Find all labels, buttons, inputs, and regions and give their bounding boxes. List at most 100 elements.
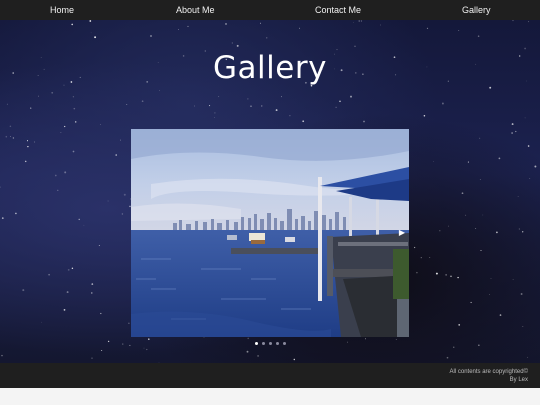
play-triangle-icon[interactable]: ▶	[399, 228, 405, 237]
nav-link-gallery[interactable]: Gallery	[462, 0, 491, 20]
star-dot	[247, 337, 249, 340]
star-dot	[54, 174, 57, 177]
star-dot	[143, 347, 145, 349]
star-dot	[470, 301, 472, 304]
star-dot	[115, 154, 117, 156]
star-dot	[94, 36, 97, 39]
slide-dot[interactable]	[282, 342, 286, 345]
star-dot	[0, 186, 1, 188]
star-dot	[496, 231, 498, 234]
star-dot	[450, 275, 452, 278]
star-dot	[72, 150, 75, 153]
star-dot	[511, 123, 514, 126]
star-dot	[527, 145, 530, 147]
star-dot	[236, 44, 239, 47]
star-dot	[246, 350, 249, 353]
star-dot	[209, 105, 211, 107]
star-dot	[15, 212, 17, 215]
nav-link-contact-me[interactable]: Contact Me	[315, 0, 361, 20]
star-dot	[30, 107, 32, 109]
star-dot	[445, 274, 447, 276]
star-dot	[34, 141, 36, 143]
star-dot	[439, 230, 441, 232]
star-dot	[517, 196, 519, 197]
star-dot	[529, 178, 531, 179]
star-dot	[458, 30, 460, 32]
star-dot	[435, 272, 438, 275]
star-dot	[91, 357, 93, 359]
star-dot	[527, 356, 529, 358]
slide-dot[interactable]	[261, 342, 265, 345]
nav-link-home[interactable]: Home	[50, 0, 74, 20]
star-dot	[413, 246, 416, 249]
star-dot	[365, 338, 366, 340]
star-dot	[259, 22, 261, 24]
star-dot	[100, 123, 101, 125]
star-dot	[520, 293, 523, 295]
star-dot	[66, 291, 69, 294]
star-dot	[461, 192, 464, 195]
nav-link-about-me[interactable]: About Me	[176, 0, 215, 20]
slide-dot[interactable]	[275, 342, 279, 345]
star-dot	[12, 137, 15, 139]
star-dot	[289, 115, 291, 117]
star-dot	[37, 95, 39, 97]
star-dot	[354, 45, 356, 47]
star-dot	[101, 350, 103, 351]
star-dot	[64, 125, 66, 128]
star-dot	[67, 269, 70, 271]
slideshow-pagination	[0, 342, 540, 345]
star-dot	[446, 356, 449, 359]
star-dot	[57, 189, 59, 191]
star-dot	[420, 257, 422, 259]
star-dot	[123, 193, 126, 196]
star-dot	[358, 20, 360, 22]
star-dot	[1, 354, 3, 357]
star-dot	[247, 98, 249, 100]
waterfront-photo	[131, 129, 409, 337]
slide-dot[interactable]	[254, 342, 258, 345]
copyright-line: All contents are copyrighted©	[449, 369, 528, 375]
star-dot	[98, 245, 100, 246]
star-dot	[528, 21, 530, 23]
star-dot	[83, 224, 85, 226]
star-dot	[121, 213, 124, 215]
star-dot	[335, 106, 337, 108]
star-dot	[475, 228, 477, 229]
star-dot	[524, 117, 526, 119]
star-dot	[479, 137, 481, 139]
star-dot	[78, 218, 80, 221]
star-dot	[281, 96, 282, 98]
star-dot	[339, 100, 341, 103]
slide-dot[interactable]	[268, 342, 272, 345]
star-dot	[261, 105, 263, 107]
star-dot	[51, 91, 54, 94]
star-dot	[6, 103, 8, 105]
star-dot	[298, 27, 301, 29]
star-dot	[380, 24, 381, 26]
star-dot	[231, 42, 233, 44]
star-dot	[71, 23, 74, 26]
star-dot	[64, 171, 67, 174]
star-dot	[91, 292, 93, 294]
star-dot	[10, 136, 12, 137]
slideshow-image[interactable]: ▶	[131, 129, 409, 337]
star-dot	[73, 107, 76, 110]
star-dot	[187, 25, 189, 27]
star-dot	[5, 135, 8, 138]
star-dot	[458, 324, 461, 326]
star-dot	[71, 267, 74, 270]
star-dot	[60, 132, 62, 133]
star-dot	[22, 289, 25, 292]
star-dot	[441, 102, 444, 105]
star-dot	[91, 283, 94, 285]
star-dot	[293, 358, 296, 361]
star-dot	[141, 100, 144, 103]
star-dot	[275, 109, 278, 112]
star-dot	[453, 346, 455, 348]
star-dot	[257, 354, 260, 357]
star-dot	[522, 231, 524, 233]
star-dot	[27, 145, 29, 148]
star-dot	[360, 20, 362, 22]
star-dot	[490, 278, 492, 279]
